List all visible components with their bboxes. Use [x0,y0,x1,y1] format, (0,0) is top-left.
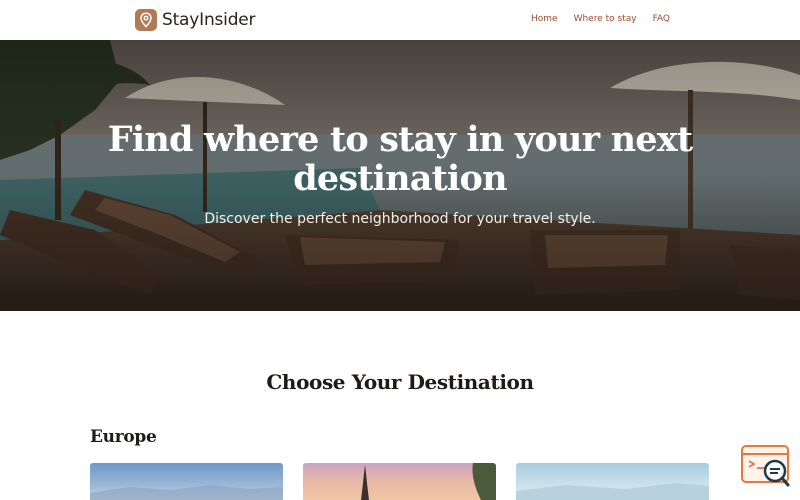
nav-link-home[interactable]: Home [531,14,558,24]
nav-link-where-to-stay[interactable]: Where to stay [574,14,637,24]
section-title: Choose Your Destination [266,370,534,394]
destination-card[interactable] [516,463,709,500]
help-chat-widget[interactable] [741,444,791,490]
destination-card[interactable] [90,463,283,500]
nav-link-faq[interactable]: FAQ [653,14,670,24]
destination-card-image [90,485,283,500]
map-pin-icon [135,9,157,31]
hero-title: Find where to stay in your next destinat… [107,119,693,199]
site-header: StayInsider Home Where to stay FAQ [0,0,800,40]
hero-section: Find where to stay in your next destinat… [0,40,800,311]
destination-card[interactable] [303,463,496,500]
hero-subtitle: Discover the perfect neighborhood for yo… [204,211,596,227]
brand-logo-link[interactable]: StayInsider [135,9,256,31]
destination-card-image [516,483,709,500]
brand-name: StayInsider [162,10,256,30]
destination-card-image [361,463,496,500]
region-title-europe: Europe [90,427,157,447]
main-nav: Home Where to stay FAQ [531,14,670,24]
